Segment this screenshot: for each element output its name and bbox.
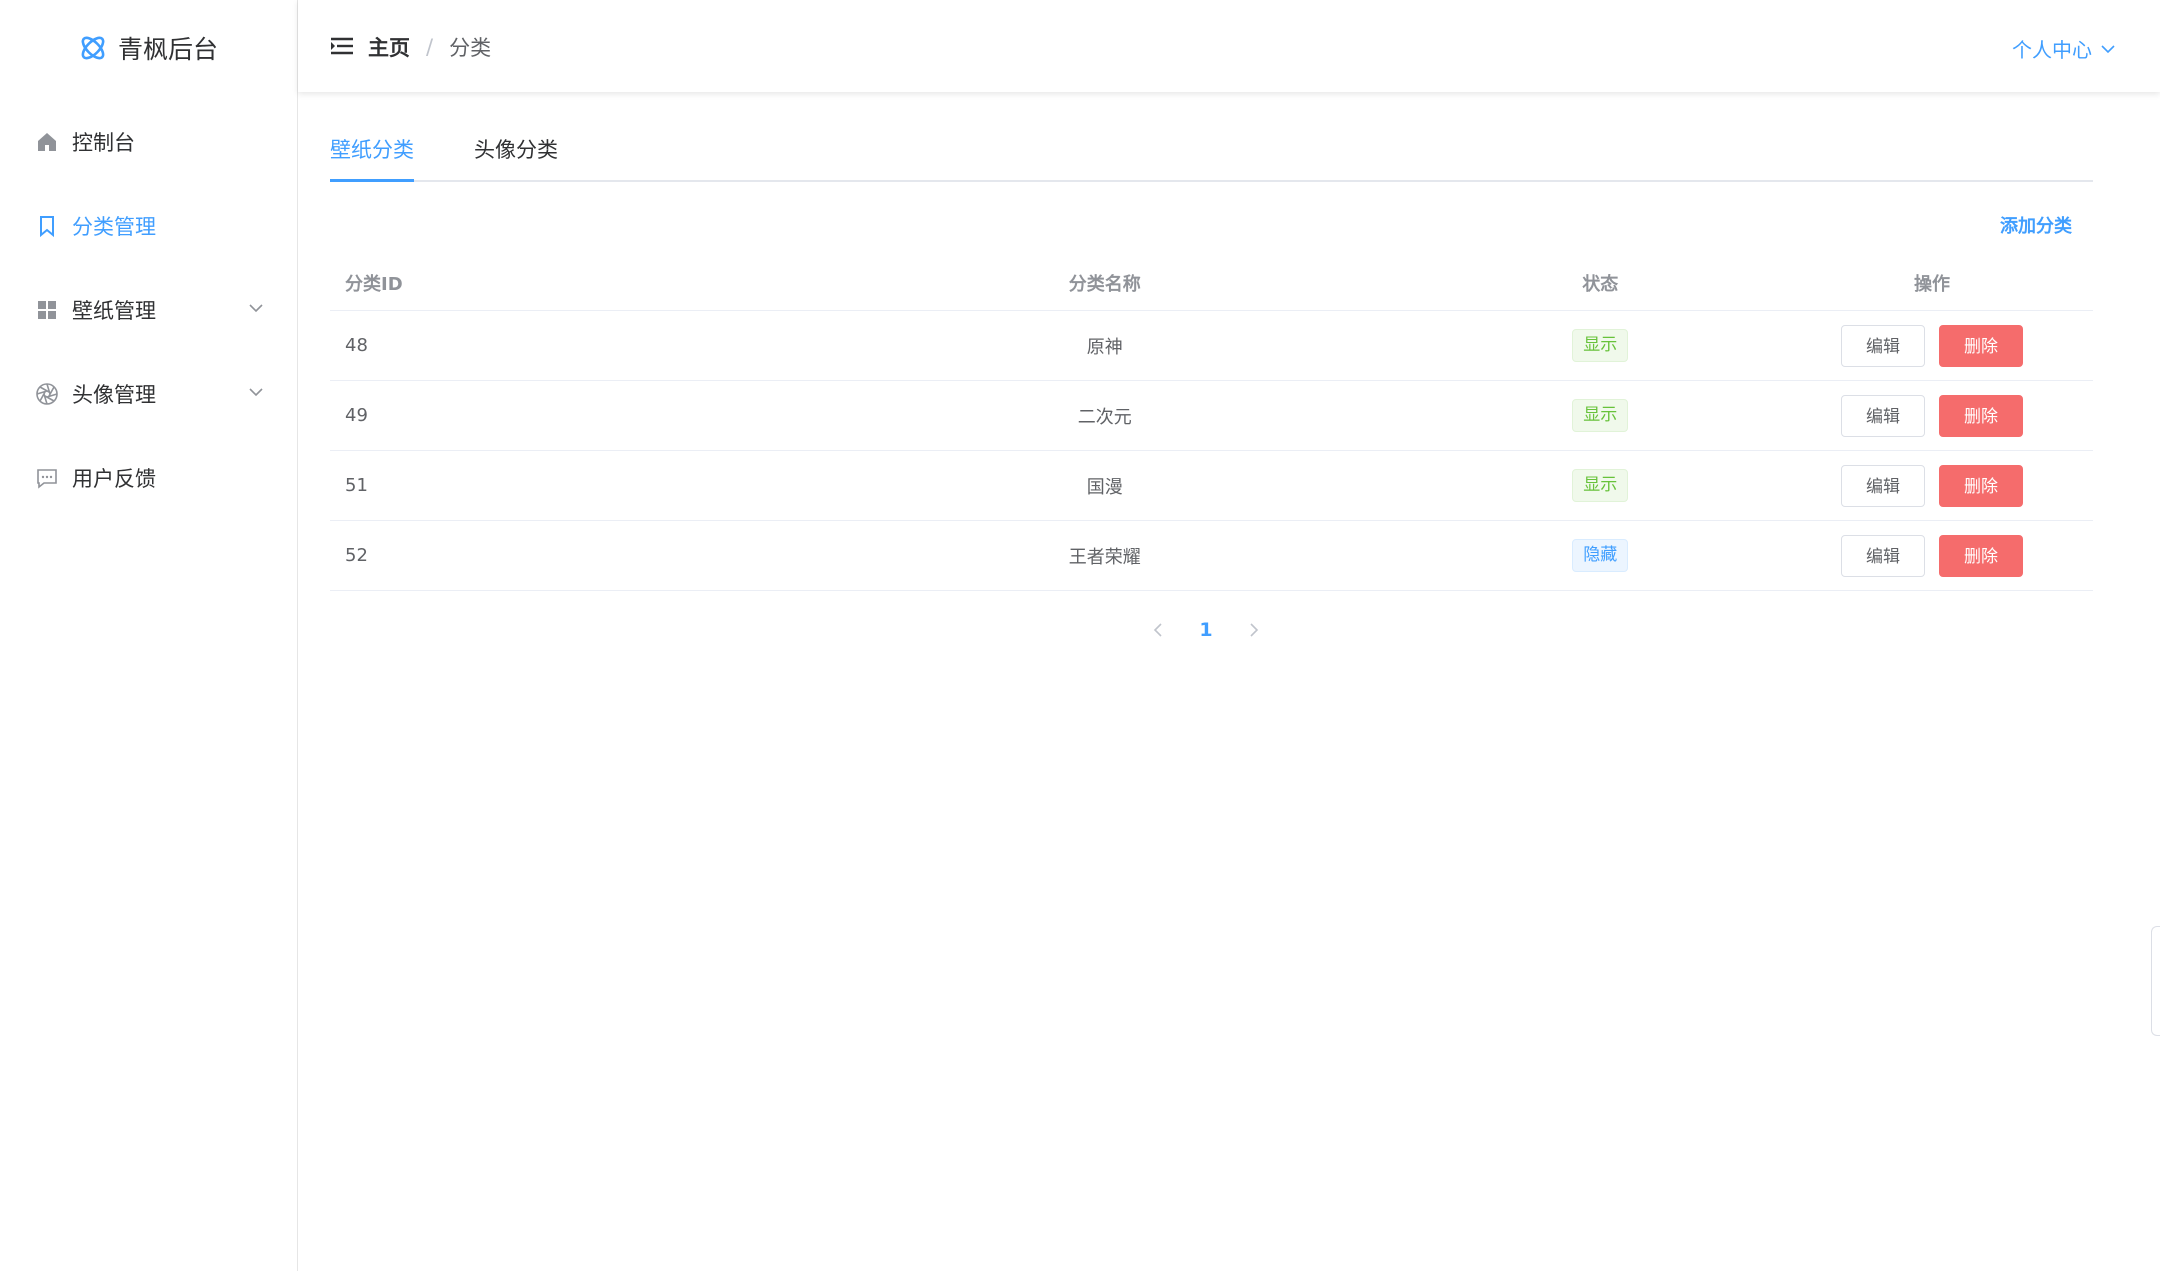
delete-button[interactable]: 删除 — [1939, 394, 2024, 437]
pagination: 1 — [1140, 612, 1272, 648]
cell-name: 二次元 — [780, 380, 1430, 451]
chat-icon — [34, 465, 60, 491]
column-header-name: 分类名称 — [780, 256, 1430, 311]
cell-name: 王者荣耀 — [780, 520, 1430, 591]
edit-button[interactable]: 编辑 — [1841, 534, 1926, 577]
breadcrumb-separator: / — [426, 35, 434, 59]
delete-button[interactable]: 删除 — [1939, 534, 2024, 577]
sidebar-item-dashboard[interactable]: 控制台 — [0, 100, 297, 184]
home-icon — [34, 129, 60, 155]
add-category-button[interactable]: 添加分类 — [2000, 212, 2072, 238]
app-logo[interactable]: 青枫后台 — [78, 28, 218, 68]
table-row: 51 国漫 显示 编辑 删除 — [330, 450, 2093, 521]
app-title: 青枫后台 — [118, 35, 219, 64]
table-header-row: 分类ID 分类名称 状态 操作 — [330, 256, 2093, 311]
sidebar-item-label: 控制台 — [72, 131, 135, 155]
sidebar-item-label: 头像管理 — [72, 383, 156, 407]
sidebar-menu: 控制台 分类管理 壁纸管理 头像管理 用户反馈 — [0, 100, 297, 520]
cell-id: 48 — [330, 310, 781, 381]
breadcrumb: 主页 / 分类 — [368, 32, 491, 62]
top-header: 主页 / 分类 个人中心 — [298, 0, 2160, 92]
table-row: 48 原神 显示 编辑 删除 — [330, 310, 2093, 381]
column-header-id: 分类ID — [330, 256, 781, 311]
category-tabs: 壁纸分类 头像分类 — [330, 132, 2093, 182]
table-row: 52 王者荣耀 隐藏 编辑 删除 — [330, 520, 2093, 591]
sidebar-item-wallpaper[interactable]: 壁纸管理 — [0, 268, 297, 352]
status-badge: 显示 — [1572, 329, 1629, 362]
sidebar-item-category[interactable]: 分类管理 — [0, 184, 297, 268]
tab-wallpaper-category[interactable]: 壁纸分类 — [330, 132, 414, 182]
cell-id: 51 — [330, 450, 781, 521]
status-badge: 隐藏 — [1572, 539, 1629, 572]
logo-icon — [81, 36, 105, 60]
sidebar: 青枫后台 控制台 分类管理 壁纸管理 头像管理 用户反馈 — [0, 0, 298, 1271]
aperture-icon — [34, 381, 60, 407]
page-number-current[interactable]: 1 — [1176, 619, 1236, 641]
sidebar-item-label: 分类管理 — [72, 215, 156, 239]
breadcrumb-current: 分类 — [449, 36, 492, 60]
edit-button[interactable]: 编辑 — [1841, 394, 1926, 437]
chevron-left-icon — [1153, 623, 1162, 637]
next-page-button[interactable] — [1236, 612, 1272, 648]
breadcrumb-home[interactable]: 主页 — [368, 32, 410, 62]
status-badge: 显示 — [1572, 399, 1629, 432]
cell-id: 52 — [330, 520, 781, 591]
bookmark-icon — [34, 213, 60, 239]
edit-button[interactable]: 编辑 — [1841, 464, 1926, 507]
delete-button[interactable]: 删除 — [1939, 464, 2024, 507]
chevron-right-icon — [1250, 623, 1259, 637]
cell-name: 国漫 — [780, 450, 1430, 521]
table-row: 49 二次元 显示 编辑 删除 — [330, 380, 2093, 451]
cell-id: 49 — [330, 380, 781, 451]
category-table: 分类ID 分类名称 状态 操作 48 原神 显示 编辑 删除 49 二次元 显示 … — [330, 256, 2093, 591]
tab-avatar-category[interactable]: 头像分类 — [474, 132, 558, 180]
sidebar-item-feedback[interactable]: 用户反馈 — [0, 436, 297, 520]
sidebar-item-label: 用户反馈 — [72, 467, 156, 491]
cell-name: 原神 — [780, 310, 1430, 381]
chevron-down-icon — [249, 304, 263, 313]
prev-page-button[interactable] — [1140, 612, 1176, 648]
chevron-down-icon — [249, 388, 263, 397]
user-center-dropdown[interactable]: 个人中心 — [2012, 34, 2116, 63]
side-drawer-handle[interactable] — [2151, 926, 2160, 1036]
chevron-down-icon — [2101, 44, 2115, 53]
column-header-ops: 操作 — [1771, 256, 2093, 311]
status-badge: 显示 — [1572, 469, 1629, 502]
user-center-label: 个人中心 — [2012, 38, 2092, 62]
grid-icon — [34, 297, 60, 323]
sidebar-item-label: 壁纸管理 — [72, 299, 156, 323]
menu-toggle-icon[interactable] — [331, 36, 353, 56]
delete-button[interactable]: 删除 — [1939, 324, 2024, 367]
column-header-status: 状态 — [1429, 256, 1772, 311]
edit-button[interactable]: 编辑 — [1841, 324, 1926, 367]
sidebar-item-avatar[interactable]: 头像管理 — [0, 352, 297, 436]
